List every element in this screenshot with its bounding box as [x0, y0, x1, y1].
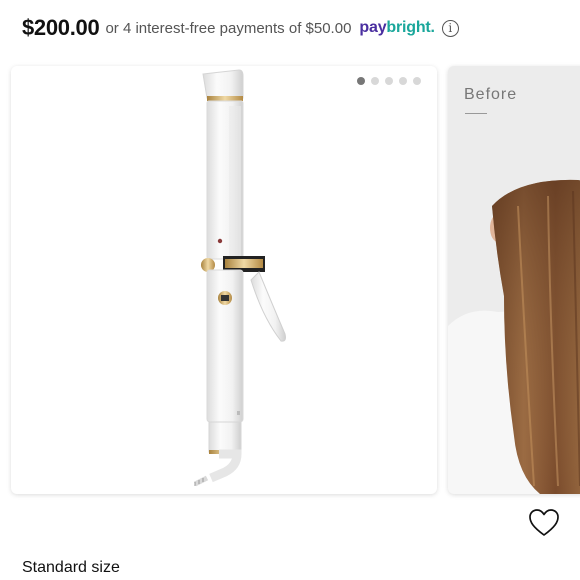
size-label: Standard size — [22, 559, 120, 576]
carousel-dot[interactable] — [413, 77, 421, 85]
carousel-pagination — [357, 77, 421, 85]
carousel-dot[interactable] — [385, 77, 393, 85]
carousel-dot[interactable] — [357, 77, 365, 85]
paybright-logo-bright: bright — [386, 19, 431, 36]
before-image-card[interactable]: Before — [448, 66, 580, 494]
carousel-dot[interactable] — [371, 77, 379, 85]
curling-iron-image — [193, 69, 286, 487]
carousel-dot[interactable] — [399, 77, 407, 85]
heart-icon — [529, 509, 559, 536]
wishlist-button[interactable] — [528, 508, 560, 538]
paybright-logo-dot: . — [430, 19, 435, 36]
hair-model-image — [448, 179, 580, 494]
product-image-card[interactable] — [11, 66, 437, 494]
price-row: $200.00 or 4 interest-free payments of $… — [22, 12, 459, 44]
info-icon[interactable]: i — [441, 19, 459, 37]
paybright-logo-pay: pay — [359, 19, 387, 36]
product-image-carousel[interactable]: Before — [0, 64, 580, 494]
paybright-logo: paybright. — [359, 19, 435, 37]
installment-text: or 4 interest-free payments of $50.00 — [105, 19, 352, 37]
price: $200.00 — [22, 15, 100, 40]
